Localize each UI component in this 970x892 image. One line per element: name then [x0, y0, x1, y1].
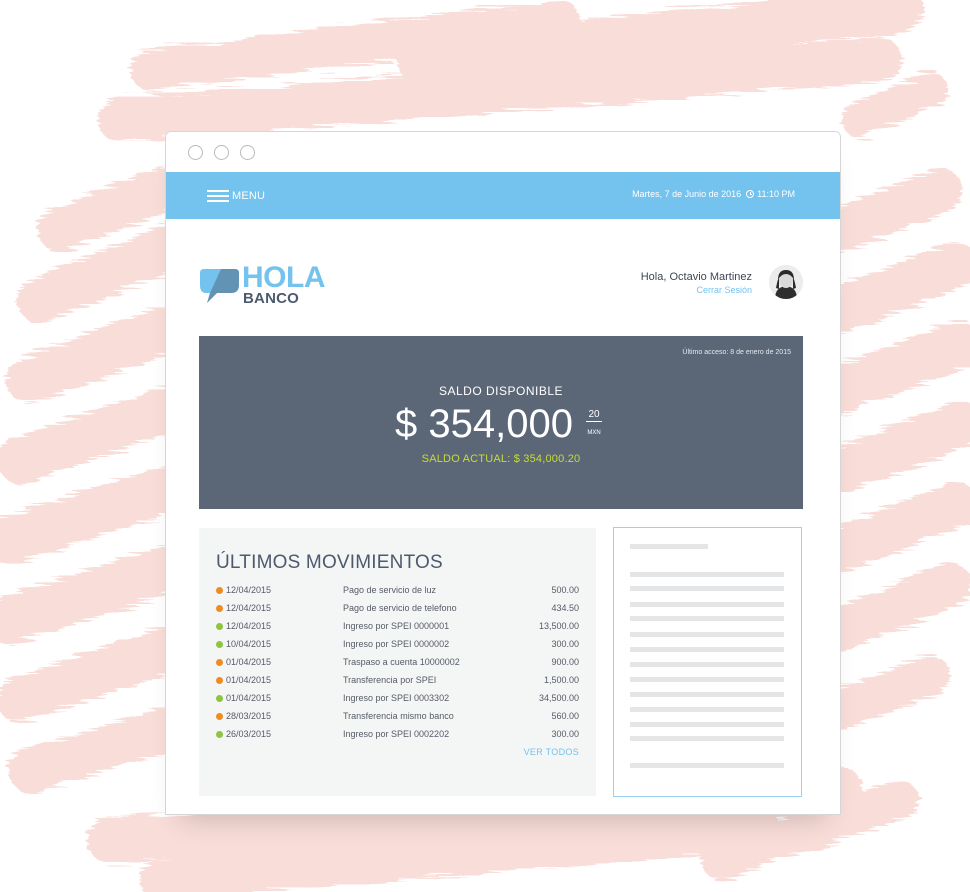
window-maximize-button[interactable]	[240, 145, 255, 160]
movement-description: Ingreso por SPEI 0002202	[343, 729, 450, 739]
movement-row[interactable]: 01/04/2015 Ingreso por SPEI 0003302 34,500…	[216, 691, 579, 709]
movement-description: Ingreso por SPEI 0003302	[343, 693, 450, 703]
incoming-status-dot	[216, 731, 223, 738]
movement-row[interactable]: 26/03/2015 Ingreso por SPEI 0002202 300.00	[216, 727, 579, 745]
movements-title: ÚLTIMOS MOVIMIENTOS	[216, 552, 443, 573]
movement-date: 01/04/2015	[226, 693, 272, 703]
incoming-status-dot	[216, 695, 223, 702]
placeholder-line	[630, 572, 784, 577]
placeholder-line	[630, 677, 784, 682]
placeholder-panel	[613, 527, 802, 797]
outgoing-status-dot	[216, 713, 223, 720]
movement-amount: 500.00	[551, 585, 579, 595]
movement-description: Pago de servicio de luz	[343, 585, 437, 595]
see-all-link[interactable]: VER TODOS	[524, 747, 579, 757]
movement-description: Transferencia mismo banco	[343, 711, 454, 721]
placeholder-line	[630, 662, 784, 667]
current-datetime: Martes, 7 de Junio de 2016 11:10 PM	[632, 189, 795, 199]
movement-row[interactable]: 01/04/2015 Traspaso a cuenta 10000002 900.…	[216, 655, 579, 673]
movement-description: Pago de servicio de telefono	[343, 603, 457, 613]
incoming-status-dot	[216, 623, 223, 630]
movement-date: 12/04/2015	[226, 603, 272, 613]
incoming-status-dot	[216, 641, 223, 648]
movement-description: Transferencia por SPEI	[343, 675, 437, 685]
placeholder-line	[630, 632, 784, 637]
placeholder-line	[630, 616, 784, 621]
clock-icon	[746, 190, 755, 198]
movement-amount: 300.00	[551, 639, 579, 649]
movement-row[interactable]: 12/04/2015 Ingreso por SPEI 0000001 13,500…	[216, 619, 579, 637]
movement-amount: 560.00	[551, 711, 579, 721]
latest-movements-panel: ÚLTIMOS MOVIMIENTOS 12/04/2015 Pago de se…	[199, 528, 596, 796]
placeholder-line	[630, 647, 784, 652]
window-titlebar	[166, 132, 840, 172]
movement-row[interactable]: 12/04/2015 Pago de servicio de luz 500.00	[216, 583, 579, 601]
placeholder-line	[630, 602, 784, 607]
placeholder-line	[630, 692, 784, 697]
placeholder-heading	[630, 544, 708, 549]
movement-date: 01/04/2015	[226, 657, 272, 667]
current-time: 11:10 PM	[757, 189, 795, 199]
speech-bubble-icon	[200, 269, 239, 303]
last-access: Último acceso: 8 de enero de 2015	[682, 349, 791, 356]
logout-link[interactable]: Cerrar Sesión	[696, 285, 752, 295]
movement-date: 12/04/2015	[226, 585, 272, 595]
movement-row[interactable]: 12/04/2015 Pago de servicio de telefono 43…	[216, 601, 579, 619]
balance-currency: MXN	[587, 430, 601, 436]
browser-window: MENU Martes, 7 de Junio de 2016 11:10 PM…	[165, 131, 841, 815]
movement-amount: 13,500.00	[538, 621, 579, 631]
outgoing-status-dot	[216, 659, 223, 666]
menu-button[interactable]: MENU	[207, 188, 265, 204]
movement-date: 01/04/2015	[226, 675, 272, 685]
movement-date: 12/04/2015	[226, 621, 272, 631]
balance-cents: 20	[586, 409, 602, 422]
hamburger-icon	[207, 189, 229, 203]
movement-amount: 300.00	[551, 729, 579, 739]
movement-date: 28/03/2015	[226, 711, 272, 721]
movement-row[interactable]: 10/04/2015 Ingreso por SPEI 0000002 300.00	[216, 637, 579, 655]
movement-row[interactable]: 28/03/2015 Transferencia mismo banco 560.0…	[216, 709, 579, 727]
placeholder-line	[630, 736, 784, 741]
placeholder-line	[630, 722, 784, 727]
user-greeting: Hola, Octavio Martinez	[640, 271, 752, 283]
available-balance-label: SALDO DISPONIBLE	[438, 384, 564, 398]
movement-amount: 34,500.00	[538, 693, 579, 703]
movement-date: 10/04/2015	[226, 639, 272, 649]
logo-text-banco: BANCO	[243, 290, 299, 307]
menu-label: MENU	[232, 190, 266, 202]
movement-amount: 1,500.00	[543, 675, 579, 685]
movement-description: Ingreso por SPEI 0000002	[343, 639, 450, 649]
placeholder-line	[630, 586, 784, 591]
movement-row[interactable]: 01/04/2015 Transferencia por SPEI 1,500.00	[216, 673, 579, 691]
movement-date: 26/03/2015	[226, 729, 272, 739]
avatar[interactable]	[769, 265, 803, 299]
current-date: Martes, 7 de Junio de 2016	[632, 189, 742, 199]
top-navigation-bar: MENU Martes, 7 de Junio de 2016 11:10 PM	[166, 172, 840, 219]
outgoing-status-dot	[216, 677, 223, 684]
placeholder-line	[630, 707, 784, 712]
hola-banco-logo[interactable]: HOLA BANCO	[199, 261, 329, 309]
outgoing-status-dot	[216, 587, 223, 594]
movement-amount: 434.50	[551, 603, 579, 613]
window-close-button[interactable]	[188, 145, 203, 160]
window-minimize-button[interactable]	[214, 145, 229, 160]
available-balance-amount: $ 354,000	[395, 402, 573, 446]
user-avatar-icon	[769, 265, 803, 299]
movement-description: Traspaso a cuenta 10000002	[343, 657, 460, 667]
movement-amount: 900.00	[551, 657, 579, 667]
movement-description: Ingreso por SPEI 0000001	[343, 621, 450, 631]
placeholder-line	[630, 763, 784, 768]
balance-card: Último acceso: 8 de enero de 2015 SALDO …	[199, 336, 803, 509]
outgoing-status-dot	[216, 605, 223, 612]
current-balance: SALDO ACTUAL: $ 354,000.20	[421, 453, 581, 465]
